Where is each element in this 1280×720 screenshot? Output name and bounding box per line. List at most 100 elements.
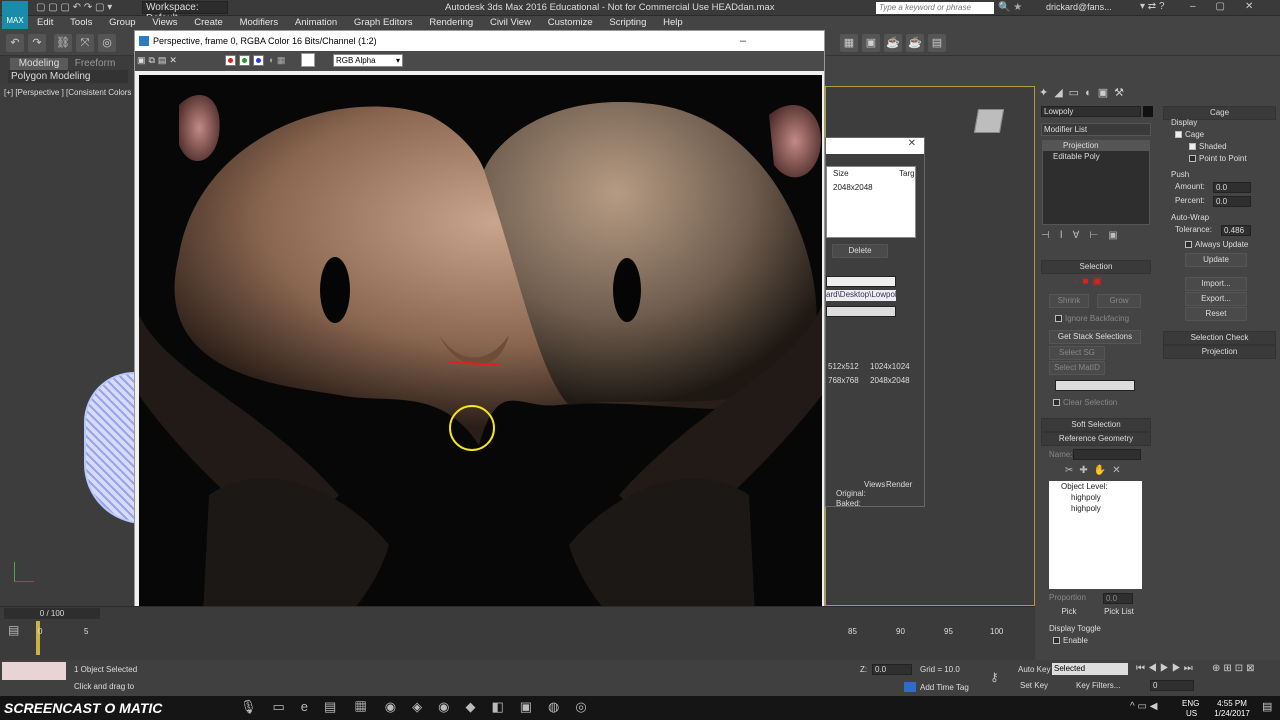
selection-set-dropdown[interactable]: Selected (1052, 663, 1128, 675)
language-indicator[interactable]: ENG (1182, 699, 1202, 708)
clock-time[interactable]: 4:55 PM (1210, 699, 1254, 708)
stack-item-editable-poly[interactable]: Editable Poly (1043, 151, 1149, 162)
unlink-icon[interactable]: ⤧ (76, 34, 94, 52)
point-to-point-checkbox[interactable]: Point to Point (1189, 154, 1269, 163)
reset-button[interactable]: Reset (1185, 307, 1247, 321)
panel-tab-icons[interactable]: ✦◢▭◐▣⚒ (1039, 86, 1159, 102)
reference-tools-icons[interactable]: ✂✚✋✕ (1065, 465, 1145, 476)
output-table[interactable]: Size Targ 2048x2048 (826, 166, 916, 238)
menu-graph-editors[interactable]: Graph Editors (347, 16, 420, 30)
object-name-field[interactable]: Lowpoly (1041, 106, 1141, 117)
render-setup-icon[interactable]: ▦ (840, 34, 858, 52)
delete-button[interactable]: Delete (832, 244, 888, 258)
help-icons[interactable]: ▾ ⇄ ? (1140, 1, 1180, 12)
always-update-checkbox[interactable]: Always Update (1185, 240, 1265, 249)
update-button[interactable]: Update (1185, 253, 1247, 267)
render-production-icon[interactable]: ☕ (906, 34, 924, 52)
key-filters-button[interactable]: Key Filters... (1076, 681, 1136, 690)
size-1024[interactable]: 1024x1024 (870, 362, 920, 371)
menu-civil-view[interactable]: Civil View (483, 16, 538, 30)
render-canvas[interactable] (139, 75, 822, 695)
render-frame-icon[interactable]: ▣ (862, 34, 880, 52)
redo-icon[interactable]: ↷ (28, 34, 46, 52)
object-color-swatch[interactable] (1143, 106, 1153, 117)
trackbar-icon[interactable]: ▤ (8, 623, 22, 637)
locale-indicator[interactable]: US (1186, 709, 1206, 718)
enable-checkbox[interactable]: Enable (1053, 636, 1133, 645)
quick-access-icons[interactable]: ▢ ▢ ▢ ↶ ↷ ▢ ▾ (36, 2, 136, 14)
cage-checkbox[interactable]: Cage (1175, 130, 1265, 139)
channel-dropdown[interactable]: RGB Alpha ▾ (333, 54, 403, 67)
selection-check-rollout-header[interactable]: Selection Check (1163, 331, 1276, 345)
list-item[interactable]: highpoly (1049, 503, 1142, 514)
key-icon[interactable]: ⚷ (990, 670, 1012, 684)
z-coordinate-field[interactable]: 0.0 (872, 664, 912, 675)
menu-animation[interactable]: Animation (288, 16, 344, 30)
import-button[interactable]: Import... (1185, 277, 1247, 291)
reference-name-field[interactable] (1073, 449, 1141, 460)
shrink-button[interactable]: Shrink (1049, 294, 1089, 308)
get-stack-selections-button[interactable]: Get Stack Selections (1049, 330, 1141, 344)
link-icon[interactable]: ⛓ (54, 34, 72, 52)
menu-views[interactable]: Views (145, 16, 184, 30)
path-field[interactable]: ard\Desktop\Lowpoly (826, 290, 896, 301)
export-button[interactable]: Export... (1185, 292, 1247, 306)
grow-button[interactable]: Grow (1097, 294, 1141, 308)
viewport-label[interactable]: [+] [Perspective ] [Consistent Colors + (4, 88, 135, 97)
add-time-tag[interactable]: Add Time Tag (920, 683, 990, 692)
element-dropdown[interactable] (826, 306, 896, 317)
current-frame-field[interactable]: 0 (1150, 680, 1194, 691)
tray-icons[interactable]: ^ ▭ ◀ (1130, 701, 1170, 712)
amount-spinner[interactable]: 0.0 (1213, 182, 1251, 193)
render-iterative-icon[interactable]: ▤ (928, 34, 946, 52)
menu-customize[interactable]: Customize (541, 16, 600, 30)
menu-edit[interactable]: Edit (30, 16, 60, 30)
size-2048[interactable]: 2048x2048 (870, 376, 920, 385)
select-matid-button[interactable]: Select MatID (1049, 361, 1105, 375)
select-sg-button[interactable]: Select SG (1049, 346, 1105, 360)
green-channel-toggle[interactable] (239, 55, 250, 66)
undo-icon[interactable]: ↶ (6, 34, 24, 52)
menu-help[interactable]: Help (656, 16, 690, 30)
proportion-spinner[interactable]: 0.0 (1103, 593, 1133, 604)
modifier-stack[interactable]: Projection Editable Poly (1042, 140, 1150, 225)
taskbar-app-icons[interactable]: 🎙▭e▤◼◉◈◉◆◧▣◍◎ (240, 699, 660, 715)
close-icon[interactable]: ✕ (826, 138, 924, 154)
table-row[interactable]: 2048x2048 (833, 183, 913, 192)
shaded-checkbox[interactable]: Shaded (1189, 142, 1269, 151)
notifications-icon[interactable]: ▤ (1262, 700, 1276, 713)
menu-scripting[interactable]: Scripting (602, 16, 653, 30)
size-512[interactable]: 512x512 (828, 362, 868, 371)
size-768[interactable]: 768x768 (828, 376, 868, 385)
time-slider[interactable]: 0 / 100 (4, 608, 100, 619)
clear-selection-checkbox[interactable]: Clear Selection (1053, 398, 1153, 407)
selection-rollout-header[interactable]: Selection (1041, 260, 1151, 274)
tab-freeform[interactable]: Freeform (70, 58, 120, 70)
search-icon[interactable]: 🔍 ★ (998, 2, 1042, 13)
red-channel-toggle[interactable] (225, 55, 236, 66)
stack-control-icons[interactable]: ⊣Ⅰ∀⊢▣ (1041, 230, 1151, 241)
pick-button[interactable]: Pick (1049, 606, 1089, 620)
blue-channel-toggle[interactable] (253, 55, 264, 66)
modifier-list-dropdown[interactable]: Modifier List (1041, 123, 1151, 136)
projection-rollout-header[interactable]: Projection (1163, 345, 1276, 359)
menu-rendering[interactable]: Rendering (422, 16, 480, 30)
reference-object-list[interactable]: Object Level: highpoly highpoly (1049, 481, 1142, 589)
stack-item-projection[interactable]: Projection (1043, 141, 1149, 151)
window-controls[interactable]: –▢✕ (1190, 1, 1280, 12)
render-teapot-icon[interactable]: ☕ (884, 34, 902, 52)
pick-list-button[interactable]: Pick List (1097, 606, 1141, 620)
clock-date[interactable]: 1/24/2017 (1206, 709, 1258, 718)
color-swatch[interactable] (301, 53, 315, 67)
app-logo-icon[interactable]: MAX (2, 1, 28, 29)
filename-field[interactable] (826, 276, 896, 287)
list-item[interactable]: highpoly (1049, 492, 1142, 503)
polygon-modeling-panel[interactable]: Polygon Modeling (8, 70, 128, 83)
reference-geometry-rollout-header[interactable]: Reference Geometry (1041, 432, 1151, 446)
menu-tools[interactable]: Tools (63, 16, 99, 30)
save-copy-print-icons[interactable]: ▣⧉▤✕ (137, 55, 197, 66)
workspace-dropdown[interactable]: Workspace: Default (142, 1, 228, 24)
menu-modifiers[interactable]: Modifiers (233, 16, 286, 30)
user-account[interactable]: drickard@fans... (1046, 2, 1136, 12)
soft-selection-rollout-header[interactable]: Soft Selection (1041, 418, 1151, 432)
